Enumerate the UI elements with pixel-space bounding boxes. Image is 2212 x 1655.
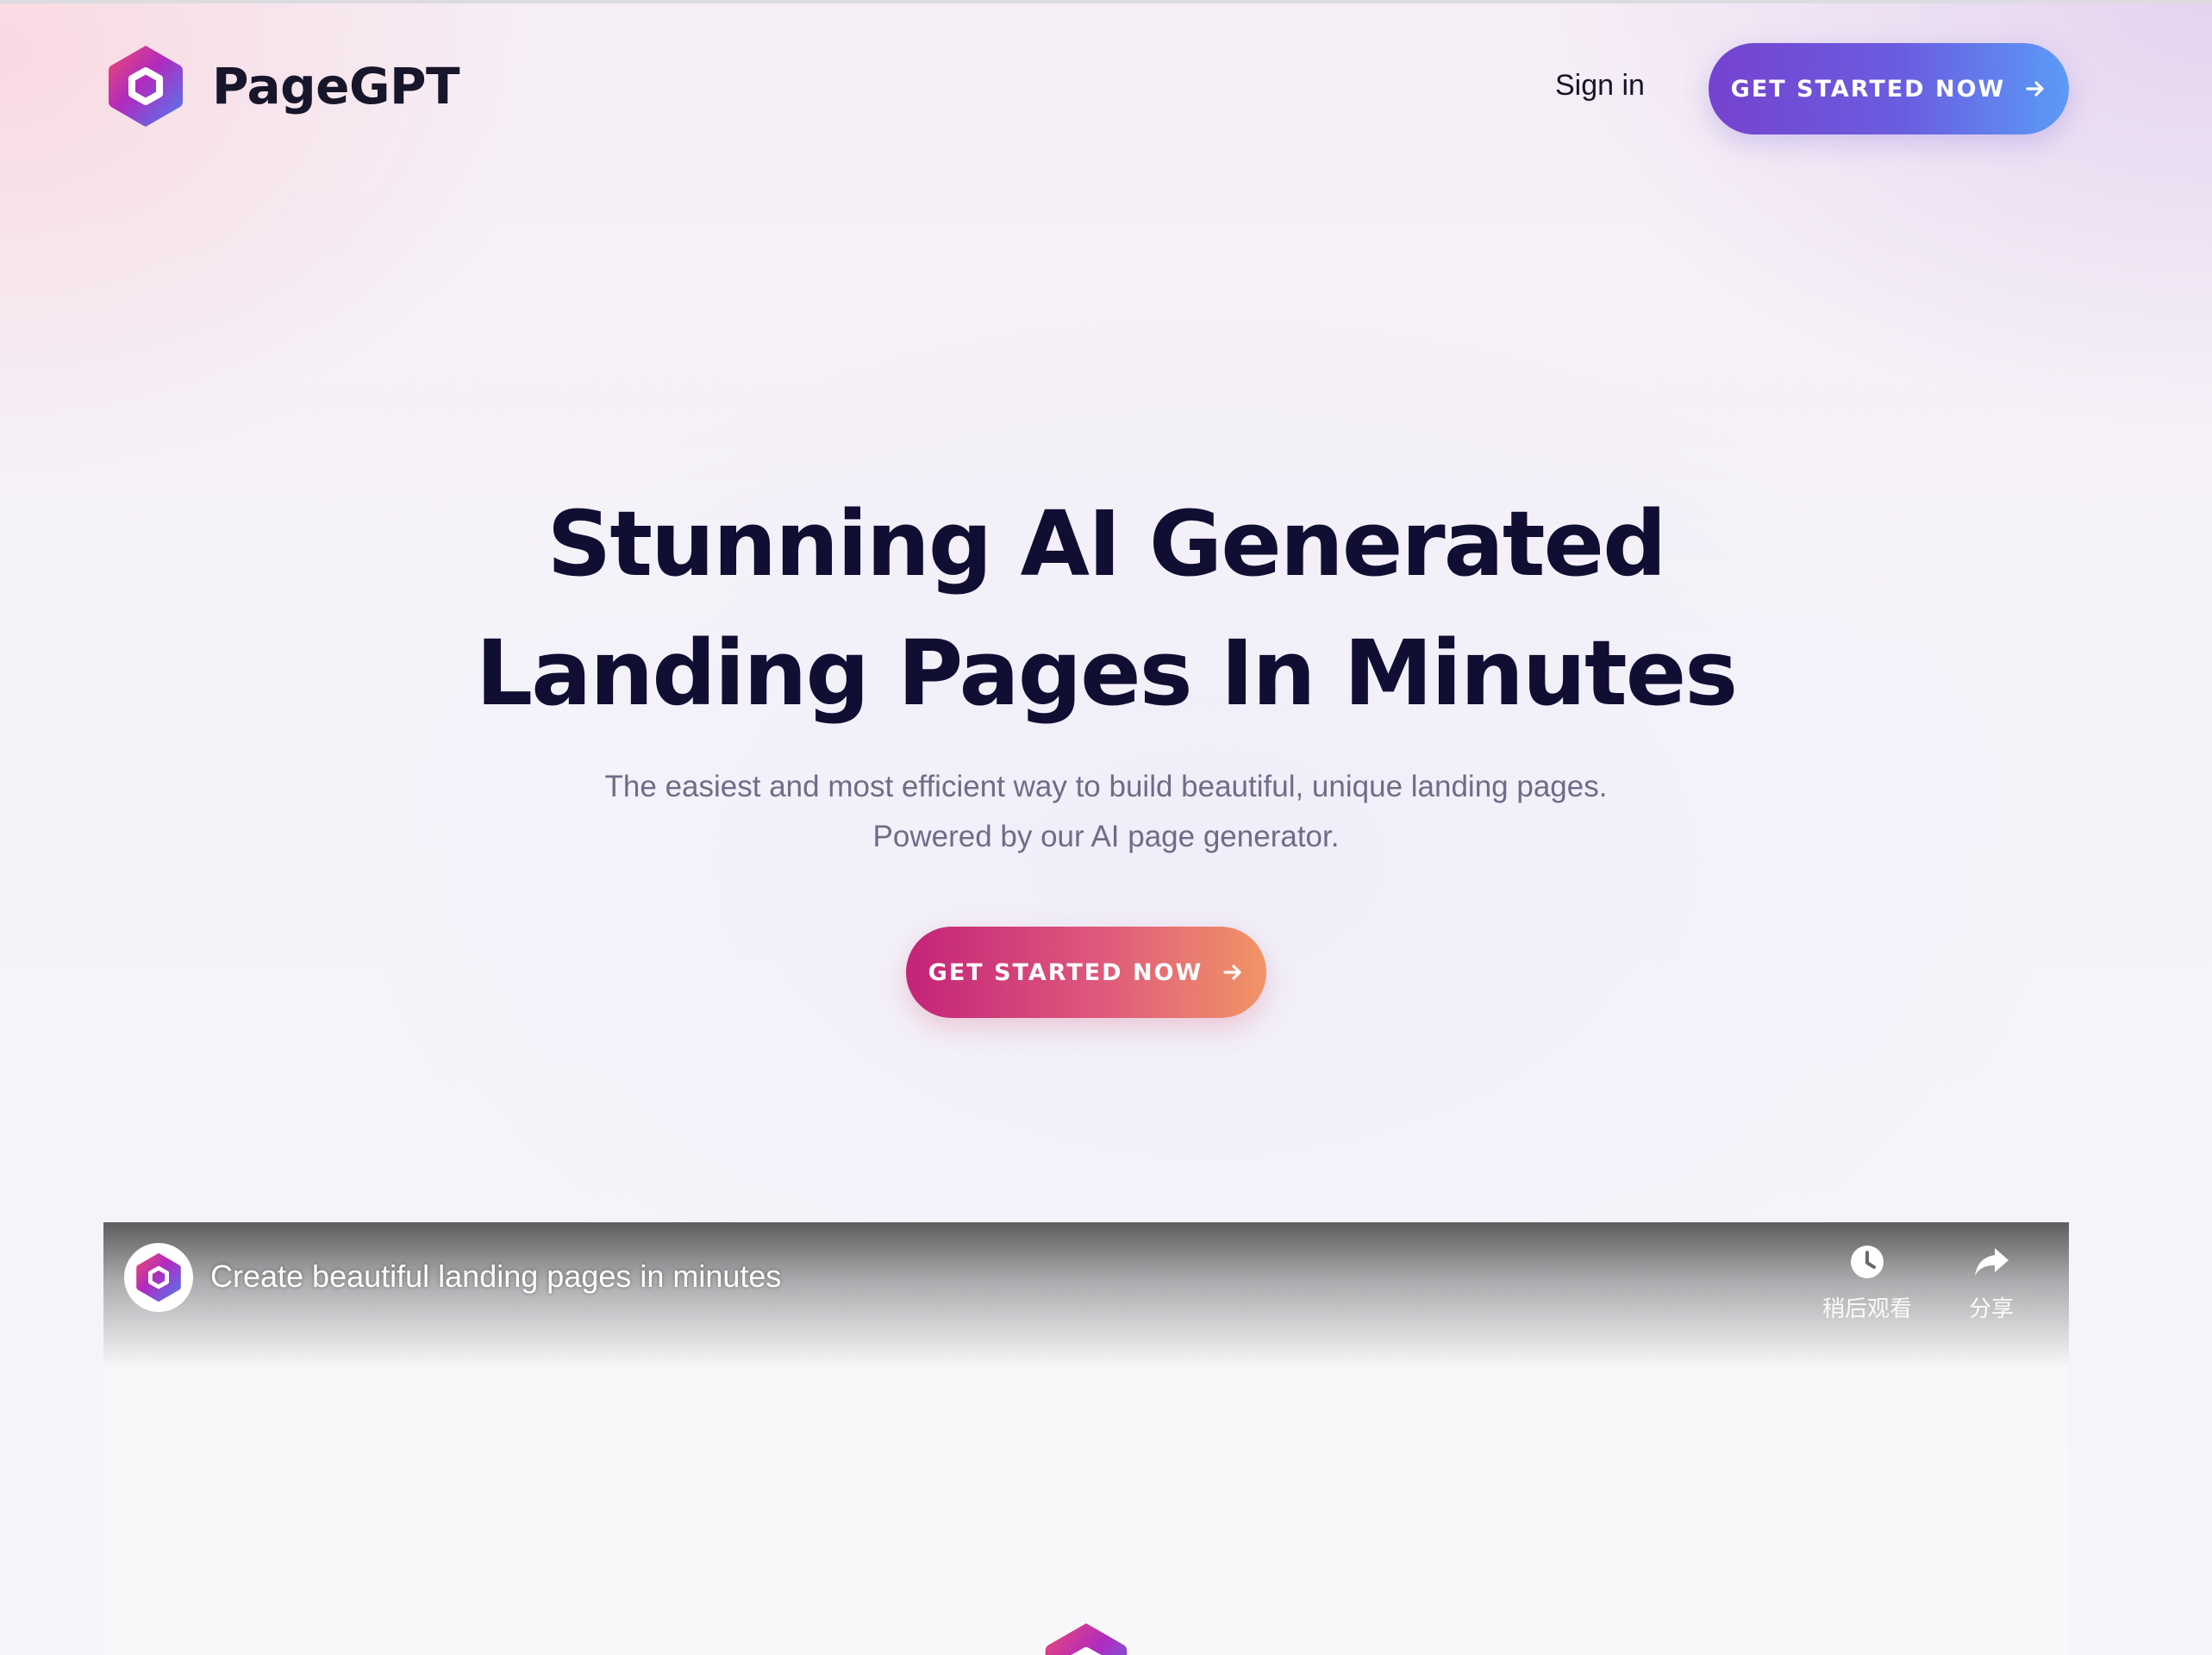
hero-title-line-2: Landing Pages In Minutes [475,621,1738,726]
hero-title-line-1: Stunning AI Generated [547,491,1666,596]
share-label: 分享 [1968,1296,2014,1322]
arrow-right-icon [2026,81,2044,97]
video-player[interactable]: Create beautiful landing pages in minute… [103,1222,2069,1655]
channel-avatar[interactable] [124,1243,193,1312]
brand-logo[interactable]: PageGPT [107,43,460,129]
hexagon-logo-icon [1045,1623,1128,1655]
hero-subtitle-line-1: The easiest and most efficient way to bu… [604,770,1608,803]
top-border [0,0,2212,3]
video-title[interactable]: Create beautiful landing pages in minute… [210,1258,781,1295]
hero-subtitle: The easiest and most efficient way to bu… [330,762,1882,862]
watch-later-button[interactable]: 稍后观看 [1807,1243,1928,1323]
hero-subtitle-line-2: Powered by our AI page generator. [872,820,1340,853]
nav-get-started-label: GET STARTED NOW [1730,75,2006,103]
arrow-right-icon [1223,965,1241,980]
hero-get-started-button[interactable]: GET STARTED NOW [906,927,1266,1018]
hexagon-logo-icon [136,1252,181,1302]
watch-later-label: 稍后观看 [1821,1296,1912,1322]
sign-in-link[interactable]: Sign in [1555,69,1645,103]
video-top-gradient [103,1222,2069,1369]
hero-get-started-label: GET STARTED NOW [928,959,1203,986]
nav-get-started-button[interactable]: GET STARTED NOW [1709,43,2069,134]
hexagon-logo-icon [109,46,183,127]
share-arrow-icon [1975,1248,2009,1276]
hero-title: Stunning AI Generated Landing Pages In M… [244,479,1968,738]
share-button[interactable]: 分享 [1931,1243,2052,1323]
brand-name: PageGPT [212,57,460,116]
clock-icon [1851,1246,1884,1278]
